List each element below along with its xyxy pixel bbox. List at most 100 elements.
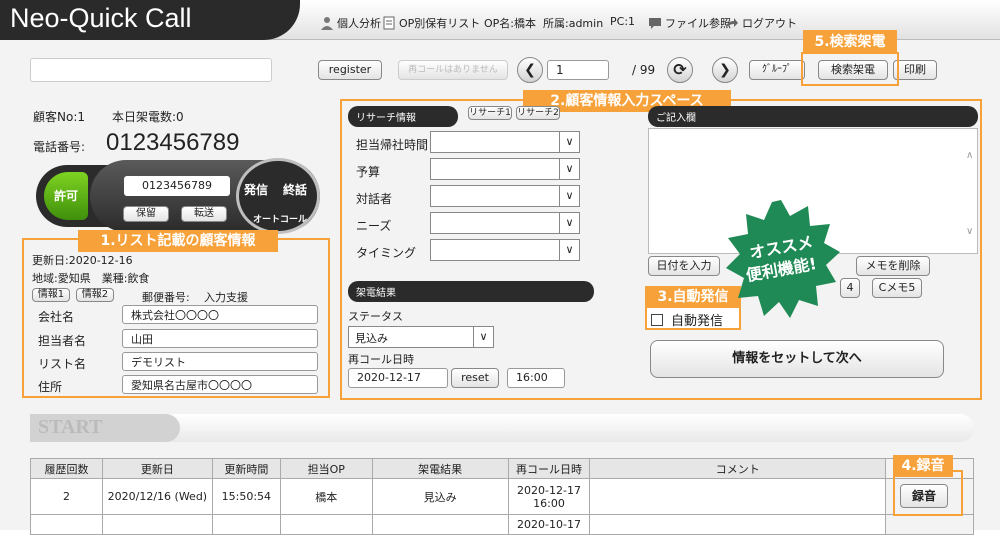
- research-select-5[interactable]: ∨: [430, 239, 580, 261]
- op-list-link[interactable]: OP別保有リスト: [382, 15, 480, 31]
- callout-search-call: 5.検索架電: [803, 30, 897, 54]
- set-next-button[interactable]: 情報をセットして次へ: [650, 340, 944, 378]
- field-company-label: 会社名: [38, 310, 75, 324]
- field-list-label: リスト名: [38, 357, 87, 371]
- col-op: 担当OP: [279, 458, 373, 479]
- register-button[interactable]: register: [318, 60, 382, 80]
- search-call-highlight: [801, 52, 899, 86]
- search-box[interactable]: [30, 58, 272, 82]
- status-label: ステータス: [348, 310, 403, 323]
- cell-comment: [589, 478, 887, 515]
- chat-icon: [649, 18, 661, 29]
- status-select[interactable]: 見込み ∨: [348, 326, 494, 348]
- region-industry: 地域:愛知県 業種:飲食: [32, 272, 150, 285]
- personal-analysis-link[interactable]: 個人分析: [320, 15, 381, 31]
- col-count: 履歴回数: [30, 458, 103, 479]
- research-tab-2[interactable]: リサーチ2: [516, 106, 560, 120]
- print-button[interactable]: 印刷: [893, 60, 937, 80]
- cell-recall: 2020-10-17: [507, 514, 591, 535]
- updated-date: 更新日:2020-12-16: [32, 254, 133, 267]
- prev-page-button[interactable]: ❮: [517, 57, 543, 83]
- hold-button[interactable]: 保留: [123, 206, 169, 222]
- research-title: リサーチ情報: [348, 106, 458, 127]
- callout-record: 4.録音: [893, 455, 953, 477]
- page-total: / 99: [632, 63, 656, 77]
- group-button[interactable]: ｸﾞﾙｰﾌﾟ: [749, 60, 805, 80]
- dial-input[interactable]: 0123456789: [124, 176, 230, 196]
- history-table: 履歴回数 更新日 更新時間 担当OP 架電結果 再コール日時 コメント 2 20…: [30, 458, 974, 535]
- recall-time-input[interactable]: 16:00: [507, 368, 565, 388]
- call-result-title: 架電結果: [348, 281, 594, 302]
- research-select-4[interactable]: ∨: [430, 212, 580, 234]
- affiliation: 所属:admin: [543, 17, 604, 30]
- cell-result: 見込み: [371, 478, 509, 515]
- scroll-down-icon[interactable]: ∨: [966, 226, 973, 237]
- logout-arrow-icon: [726, 18, 738, 28]
- cell-date: 2020/12/16 (Wed): [101, 478, 213, 515]
- research-label-4: ニーズ: [356, 219, 392, 233]
- research-select-2[interactable]: ∨: [430, 158, 580, 180]
- app-logo: Neo-Quick Call: [0, 0, 300, 40]
- table-header-row: 履歴回数 更新日 更新時間 担当OP 架電結果 再コール日時 コメント: [30, 458, 974, 479]
- end-call-button[interactable]: 終話: [283, 181, 307, 198]
- company-field[interactable]: 株式会社〇〇〇〇: [122, 305, 318, 324]
- person-icon: [321, 17, 333, 30]
- postal-label: 郵便番号:: [142, 291, 190, 304]
- start-label: START: [38, 416, 103, 438]
- pc-number: PC:1: [610, 15, 636, 28]
- refresh-button[interactable]: ⟳: [667, 57, 693, 83]
- reset-button[interactable]: reset: [451, 368, 499, 388]
- cell-time: 15:50:54: [211, 478, 281, 515]
- allow-button[interactable]: 許可: [44, 172, 88, 220]
- memo5-button[interactable]: Cメモ5: [872, 278, 922, 298]
- research-select-3[interactable]: ∨: [430, 185, 580, 207]
- call-button[interactable]: 発信: [244, 181, 268, 198]
- customer-no: 顧客No:1: [33, 110, 85, 124]
- chevron-down-icon: ∨: [473, 327, 493, 347]
- recommend-badge: オススメ 便利機能!: [720, 198, 842, 320]
- cell-time: [211, 514, 281, 535]
- recall-status: 再コールはありません: [398, 60, 508, 80]
- recall-date-input[interactable]: 2020-12-17: [348, 368, 448, 388]
- delete-memo-button[interactable]: メモを削除: [856, 256, 930, 276]
- col-date: 更新日: [101, 458, 213, 479]
- chevron-down-icon: ∨: [559, 240, 579, 260]
- transfer-button[interactable]: 転送: [181, 206, 227, 222]
- chevron-down-icon: ∨: [559, 132, 579, 152]
- input-support-link[interactable]: 入力支援: [204, 289, 248, 305]
- list-name-field[interactable]: デモリスト: [122, 352, 318, 371]
- cell-result: [371, 514, 509, 535]
- next-page-button[interactable]: ❯: [712, 57, 738, 83]
- person-field[interactable]: 山田: [122, 329, 318, 348]
- info1-tab[interactable]: 情報1: [32, 288, 70, 302]
- chevron-down-icon: ∨: [559, 213, 579, 233]
- auto-call-button[interactable]: オートコール: [253, 212, 307, 225]
- list-icon: [383, 16, 395, 30]
- record-button[interactable]: 録音: [900, 484, 948, 508]
- file-ref-link[interactable]: ファイル参照: [648, 15, 731, 31]
- research-label-1: 担当帰社時間: [356, 138, 429, 152]
- page-input[interactable]: 1: [547, 60, 609, 80]
- date-input-button[interactable]: 日付を入力: [648, 256, 720, 276]
- phone-number: 0123456789: [106, 129, 240, 156]
- info2-tab[interactable]: 情報2: [76, 288, 114, 302]
- col-result: 架電結果: [371, 458, 509, 479]
- address-field[interactable]: 愛知県名古屋市〇〇〇〇: [122, 375, 318, 394]
- research-label-2: 予算: [356, 165, 381, 179]
- cell-count: 2: [30, 478, 103, 515]
- research-label-3: 対話者: [356, 192, 393, 206]
- col-recall: 再コール日時: [507, 458, 591, 479]
- research-select-1[interactable]: ∨: [430, 131, 580, 153]
- table-row[interactable]: 2 2020/12/16 (Wed) 15:50:54 橋本 見込み 2020-…: [30, 478, 974, 515]
- table-row[interactable]: 2020-10-17: [30, 514, 974, 535]
- scroll-up-icon[interactable]: ∧: [966, 150, 973, 161]
- col-comment: コメント: [589, 458, 887, 479]
- today-calls: 本日架電数:0: [112, 110, 184, 124]
- memo4-button[interactable]: 4: [840, 278, 860, 298]
- research-tab-1[interactable]: リサーチ1: [468, 106, 512, 120]
- phone-label: 電話番号:: [33, 140, 86, 154]
- chevron-right-icon: ❯: [719, 62, 731, 78]
- logout-link[interactable]: ログアウト: [725, 15, 797, 31]
- cell-op: 橋本: [279, 478, 373, 515]
- cell-comment: [589, 514, 887, 535]
